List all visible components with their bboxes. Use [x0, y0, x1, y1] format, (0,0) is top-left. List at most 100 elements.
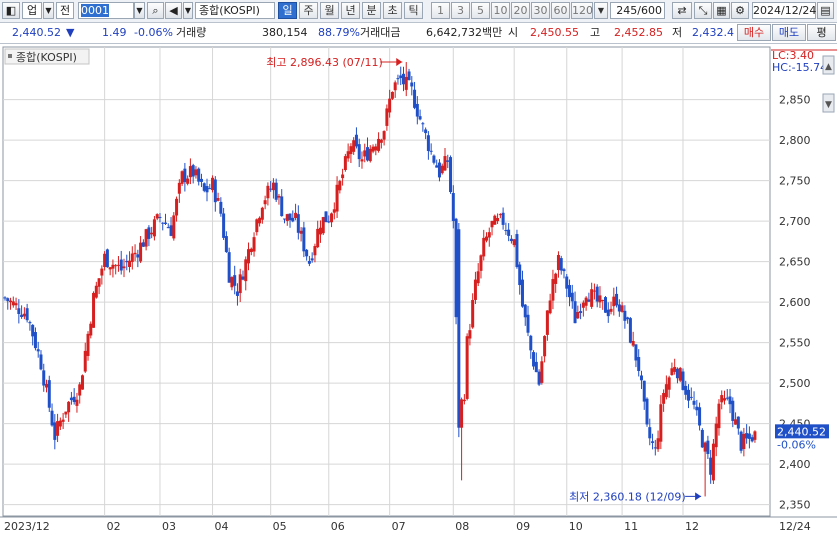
candle-body — [722, 398, 726, 401]
y-tick-label: 2,800 — [779, 134, 811, 147]
candle-body — [656, 438, 660, 450]
candle-body — [199, 178, 203, 182]
candle-body — [709, 457, 713, 475]
interval-button-3[interactable]: 3 — [451, 2, 470, 19]
period-button-5[interactable]: 초 — [383, 2, 402, 19]
candle-body — [100, 268, 104, 276]
candle-body — [678, 367, 682, 381]
eval-button[interactable]: 평 — [807, 24, 836, 41]
market-dropdown-icon[interactable]: ▼ — [43, 2, 54, 19]
candle-body — [97, 278, 101, 287]
market-select[interactable]: 업 — [22, 2, 42, 19]
candle-body — [568, 285, 572, 298]
candle-body — [532, 352, 536, 367]
candle-body — [620, 305, 624, 312]
high-value: 2,452.85 — [614, 26, 663, 39]
buy-button[interactable]: 매수 — [737, 24, 771, 41]
candle-body — [266, 185, 270, 199]
candle-body — [501, 212, 505, 225]
candle-body — [382, 131, 386, 140]
calendar-picker-icon[interactable]: ▤ — [817, 2, 834, 19]
gear-icon[interactable]: ⚙ — [731, 2, 749, 19]
candle-body — [554, 273, 558, 284]
interval-button-5[interactable]: 5 — [471, 2, 490, 19]
candle-body — [111, 264, 115, 269]
candle-body — [592, 290, 596, 292]
volume-value: 380,154 — [262, 26, 308, 39]
change-percent: -0.06% — [134, 26, 173, 39]
candle-body — [485, 236, 489, 241]
candle-body — [352, 140, 356, 152]
buy-label: 매수 — [743, 26, 765, 39]
candle-body — [119, 259, 123, 271]
candle-body — [233, 275, 237, 286]
interval-button-10[interactable]: 10 — [491, 2, 510, 19]
period-button-3[interactable]: 년 — [341, 2, 360, 19]
index-name-field[interactable]: 종합(KOSPI) — [195, 2, 275, 19]
y-tick-label: 2,400 — [779, 458, 811, 471]
candle-body — [147, 227, 151, 239]
candle-body — [462, 399, 466, 402]
date-field[interactable]: 2024/12/24 — [752, 2, 816, 19]
candle-body — [465, 336, 469, 399]
period-button-2[interactable]: 월 — [320, 2, 339, 19]
candlestick-chart[interactable]: 2,3502,4002,4502,5002,5502,6002,6502,700… — [0, 44, 837, 536]
y-tick-label: 2,600 — [779, 296, 811, 309]
scroll-up-icon: ▲ — [825, 62, 832, 72]
candle-body — [573, 301, 577, 324]
sell-label: 매도 — [778, 26, 800, 39]
candle-body — [247, 249, 251, 264]
interval-button-1[interactable]: 1 — [431, 2, 450, 19]
search-icon[interactable]: ⌕ — [147, 2, 164, 19]
candle-body — [675, 368, 679, 379]
candle-body — [92, 292, 96, 328]
period-button-1[interactable]: 주 — [299, 2, 318, 19]
candle-body — [72, 396, 76, 402]
interval-button-60[interactable]: 60 — [551, 2, 570, 19]
code-dropdown-icon[interactable]: ▼ — [134, 2, 145, 19]
candle-body — [183, 168, 187, 183]
candle-body — [565, 276, 569, 289]
candle-body — [288, 213, 292, 221]
code-input[interactable]: 0001 — [78, 2, 134, 19]
count-field[interactable]: 245/600 — [610, 2, 665, 19]
candle-body — [141, 242, 145, 247]
sell-button[interactable]: 매도 — [772, 24, 806, 41]
period-button-0[interactable]: 일 — [278, 2, 297, 19]
candle-body — [191, 165, 195, 177]
candle-body — [601, 299, 605, 301]
interval-button-30[interactable]: 30 — [531, 2, 550, 19]
period-button-4[interactable]: 분 — [362, 2, 381, 19]
interval-button-20[interactable]: 20 — [511, 2, 530, 19]
candle-body — [393, 82, 397, 91]
candle-body — [335, 184, 339, 212]
chart-tool-icon[interactable]: ⇄ — [672, 2, 692, 19]
candle-body — [587, 299, 591, 302]
speaker-icon[interactable]: ◀ — [165, 2, 182, 19]
prev-button[interactable]: 전 — [56, 2, 74, 19]
candle-body — [504, 230, 508, 232]
candle-body — [122, 266, 126, 269]
candle-body — [42, 370, 46, 386]
period-button-6[interactable]: 틱 — [404, 2, 423, 19]
calendar-icon[interactable]: ▦ — [713, 2, 730, 19]
candle-body — [22, 313, 26, 317]
candle-body — [446, 160, 450, 162]
candle-body — [208, 188, 212, 190]
candle-body — [114, 265, 118, 267]
interval-dropdown-icon[interactable]: ▼ — [594, 2, 608, 19]
speaker-dropdown-icon[interactable]: ▼ — [183, 2, 193, 19]
candle-body — [424, 129, 428, 134]
candle-body — [543, 336, 547, 357]
candle-body — [545, 310, 549, 335]
candle-body — [476, 271, 480, 284]
candle-body — [294, 212, 298, 219]
candle-body — [31, 324, 35, 337]
crossline-icon[interactable]: ⤡ — [694, 2, 712, 19]
layout-icon[interactable]: ◧ — [2, 2, 20, 19]
candle-body — [318, 227, 322, 235]
x-tick-label: 2023/12 — [4, 520, 50, 533]
candle-body — [731, 400, 735, 421]
interval-button-120[interactable]: 120 — [571, 2, 593, 19]
index-name: 종합(KOSPI) — [199, 4, 260, 17]
